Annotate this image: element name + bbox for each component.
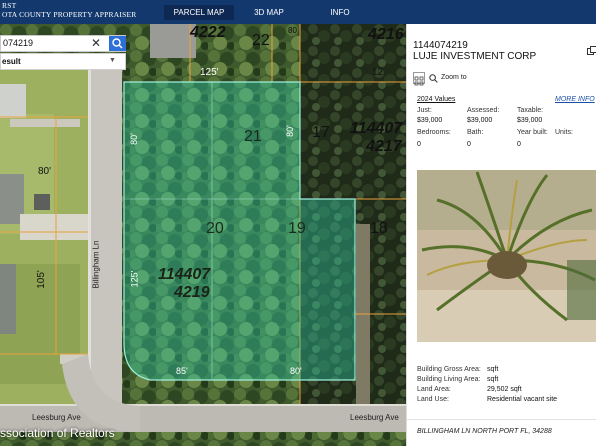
property-address: BILLINGHAM LN NORTH PORT FL, 34288: [417, 428, 552, 435]
map-label-parcel-right: 114407 4217: [350, 120, 402, 156]
zoom-icon[interactable]: [429, 74, 438, 83]
map-label-80-top: 80: [288, 26, 297, 35]
map-label-lot-17: 17: [312, 124, 330, 141]
map-label-4222: 4222: [190, 24, 226, 41]
map-dim-80-bottom: 80': [290, 366, 302, 376]
tab-3d-map[interactable]: 3D MAP: [244, 5, 294, 20]
parcel-map[interactable]: 4222 22 4216 80 125' 12 21 80' 80' 17 11…: [0, 24, 406, 446]
land-use-value: Residential vacant site: [487, 396, 558, 403]
expand-panel-icon[interactable]: [587, 46, 596, 56]
parcel-id: 1144074219: [413, 40, 468, 51]
gross-area-value: sqft: [487, 366, 499, 373]
just-value: $39,000: [417, 117, 443, 124]
just-label: Just:: [417, 107, 432, 114]
grid-icon: [414, 76, 424, 86]
map-dim-125-left: 125': [129, 270, 140, 288]
map-parcel-id-line-2: 4219: [174, 284, 210, 301]
values-title: 2024 Values: [417, 96, 456, 103]
bath-value: 0: [467, 141, 471, 148]
units-label: Units:: [555, 129, 573, 136]
panel-divider: [407, 419, 596, 420]
assessed-value: $39,000: [467, 117, 493, 124]
clear-search-icon[interactable]: ✕: [91, 36, 101, 51]
aerial-map-canvas[interactable]: [0, 24, 406, 446]
map-label-lot-18: 18: [370, 220, 388, 237]
search-input[interactable]: 074219: [3, 38, 33, 48]
map-label-4216: 4216: [368, 26, 404, 43]
map-dim-85: 85': [176, 366, 188, 376]
search-button[interactable]: [109, 36, 126, 51]
street-label-leesburg-2: Leesburg Ave: [350, 413, 399, 422]
zoom-to-link[interactable]: Zoom to: [441, 74, 467, 81]
land-area-value: 29,502 sqft: [487, 386, 522, 393]
palm-photo-image: [417, 170, 596, 342]
map-dim-105: 105': [35, 270, 47, 289]
taxable-label: Taxable:: [517, 107, 544, 114]
select-tool-button[interactable]: [413, 72, 425, 86]
bedrooms-value: 0: [417, 141, 421, 148]
year-built-label: Year built:: [517, 129, 548, 136]
brand-line-2: OTA COUNTY PROPERTY APPRAISER: [2, 10, 137, 19]
map-label-lot-19: 19: [288, 220, 306, 237]
map-label-parcel-id: 114407 4219: [158, 266, 210, 302]
gross-area-label: Building Gross Area:: [417, 366, 481, 373]
map-label-parcel-right-1: 114407: [350, 120, 403, 137]
assessed-label: Assessed:: [467, 107, 500, 114]
street-label-billingham: Billingham Ln: [91, 240, 101, 289]
map-dim-80-a: 80': [128, 133, 139, 145]
year-built-value: 0: [517, 141, 521, 148]
bedrooms-label: Bedrooms:: [417, 129, 451, 136]
tab-parcel-map[interactable]: PARCEL MAP: [164, 5, 234, 20]
brand-title: RST OTA COUNTY PROPERTY APPRAISER: [2, 1, 136, 19]
bath-label: Bath:: [467, 129, 484, 136]
result-label: esult: [2, 57, 21, 66]
owner-name: LUJE INVESTMENT CORP: [413, 51, 537, 62]
living-area-label: Building Living Area:: [417, 376, 481, 383]
map-label-lot-20: 20: [206, 220, 224, 237]
taxable-value: $39,000: [517, 117, 543, 124]
watermark: ssociation of Realtors: [0, 426, 115, 440]
map-label-lot-21: 21: [244, 128, 262, 145]
land-area-label: Land Area:: [417, 386, 451, 393]
map-label-22: 22: [252, 32, 270, 49]
map-label-parcel-right-2: 4217: [366, 138, 402, 155]
search-icon: [112, 38, 123, 49]
map-dim-125-right: 12: [372, 67, 384, 78]
search-result-row[interactable]: esult ▼: [0, 53, 126, 70]
map-dim-125-top: 125': [200, 67, 219, 78]
tab-info[interactable]: INFO: [320, 5, 360, 20]
search-box: 074219 ✕: [0, 35, 126, 52]
map-parcel-id-line-1: 114407: [158, 266, 211, 283]
property-photo: [417, 170, 596, 342]
street-label-leesburg-1: Leesburg Ave: [32, 413, 81, 422]
brand-line-1: RST: [2, 1, 17, 10]
living-area-value: sqft: [487, 376, 499, 383]
chevron-down-icon[interactable]: ▼: [109, 57, 116, 64]
map-dim-80-b: 80': [284, 125, 295, 137]
more-info-link[interactable]: MORE INFO: [555, 96, 595, 103]
land-use-label: Land Use:: [417, 396, 449, 403]
map-dim-80-left: 80': [38, 166, 52, 177]
top-nav-bar: RST OTA COUNTY PROPERTY APPRAISER PARCEL…: [0, 0, 596, 24]
parcel-info-panel: 1144074219 LUJE INVESTMENT CORP Zoom to …: [406, 24, 596, 446]
